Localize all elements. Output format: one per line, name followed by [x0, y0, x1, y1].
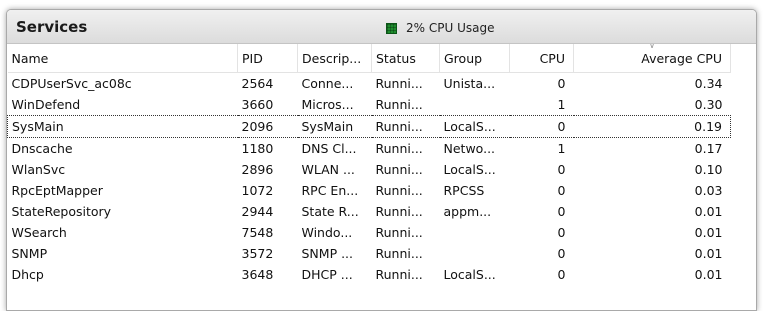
cell-pid: 2564	[241, 76, 274, 91]
cell-description: Conne...	[301, 76, 354, 91]
cell-group: Unista...	[443, 76, 496, 91]
cell-cpu: 0	[557, 225, 566, 240]
cell-status: Runni...	[375, 162, 423, 177]
cell-cpu: 0	[557, 267, 566, 282]
cell-status: Runni...	[371, 115, 440, 138]
table-header-row: Name PID Descrip... Status Group CPU ∨ A…	[7, 44, 731, 73]
cell-description: WLAN ...	[301, 162, 355, 177]
cell-name: StateRepository	[11, 204, 112, 219]
cell-cpu: 0	[557, 183, 566, 198]
table-row[interactable]: SysMain 2096 SysMain Runni... LocalS... 0 0.19	[7, 115, 731, 138]
cpu-usage-summary: 2% CPU Usage	[386, 21, 494, 35]
cell-name: SNMP	[11, 246, 48, 261]
cell-pid: 2896	[241, 162, 274, 177]
cell-description: SNMP ...	[301, 246, 354, 261]
cell-description: SysMain	[297, 115, 372, 138]
column-header-average-cpu[interactable]: ∨ Average CPU	[573, 44, 731, 73]
cell-name: WlanSvc	[11, 162, 66, 177]
cell-name: RpcEptMapper	[11, 183, 103, 198]
services-panel: Services 2% CPU Usage Name PID Descrip..…	[6, 9, 757, 311]
column-header-status[interactable]: Status	[371, 44, 440, 73]
cell-average-cpu: 0.19	[573, 115, 731, 138]
cell-status: Runni...	[375, 204, 423, 219]
cell-pid: 7548	[241, 225, 274, 240]
cell-pid: 1072	[241, 183, 274, 198]
panel-title: Services	[16, 18, 88, 36]
cell-group: LocalS...	[443, 267, 496, 282]
cell-cpu: 0	[557, 246, 566, 261]
cell-average-cpu: 0.17	[694, 141, 723, 156]
cell-name: Dhcp	[11, 267, 44, 282]
cell-cpu: 1	[557, 97, 566, 112]
cell-average-cpu: 0.34	[694, 76, 723, 91]
table-row[interactable]: StateRepository 2944 State R... Runni... app…	[8, 201, 731, 222]
cpu-usage-label: 2% CPU Usage	[406, 21, 495, 35]
cell-description: RPC En...	[301, 183, 359, 198]
cell-pid: 1180	[241, 141, 274, 156]
table-row[interactable]: Dnscache 1180 DNS Cl... Runni... Netwo... 1 0.…	[8, 138, 731, 160]
cell-status: Runni...	[375, 183, 423, 198]
cell-average-cpu: 0.30	[694, 97, 723, 112]
cell-description: Micros...	[301, 97, 354, 112]
cell-cpu: 1	[557, 141, 566, 156]
services-table: Name PID Descrip... Status Group CPU ∨ A…	[7, 44, 731, 285]
cell-name: WSearch	[11, 225, 67, 240]
cell-pid: 2096	[237, 115, 298, 138]
table-row[interactable]: WinDefend 3660 Micros... Runni... 1 0.30	[8, 94, 731, 116]
cell-name: Dnscache	[11, 141, 73, 156]
cell-average-cpu: 0.03	[694, 183, 723, 198]
cell-name: SysMain	[7, 115, 238, 138]
cell-cpu: 0	[509, 115, 574, 138]
cell-status: Runni...	[375, 267, 423, 282]
table-row[interactable]: WlanSvc 2896 WLAN ... Runni... LocalS... 0 0.1…	[8, 159, 731, 180]
cell-pid: 2944	[241, 204, 274, 219]
cell-status: Runni...	[375, 246, 423, 261]
cell-pid: 3660	[241, 97, 274, 112]
cell-status: Runni...	[375, 141, 423, 156]
table-row[interactable]: Dhcp 3648 DHCP ... Runni... LocalS... 0 0.01	[8, 264, 731, 285]
column-header-name[interactable]: Name	[7, 44, 238, 73]
column-header-pid[interactable]: PID	[237, 44, 298, 73]
cell-cpu: 0	[557, 76, 566, 91]
column-header-average-cpu-label: Average CPU	[641, 50, 722, 66]
cell-group	[440, 243, 510, 264]
cell-cpu: 0	[557, 204, 566, 219]
table-row[interactable]: WSearch 7548 Windo... Runni... 0 0.01	[8, 222, 731, 243]
cell-description: Windo...	[301, 225, 353, 240]
cell-average-cpu: 0.01	[694, 225, 723, 240]
cell-pid: 3572	[241, 246, 274, 261]
table-row[interactable]: CDPUserSvc_ac08c 2564 Conne... Runni... Unis…	[8, 73, 731, 95]
table-row[interactable]: RpcEptMapper 1072 RPC En... Runni... RPCSS 0 0…	[8, 180, 731, 201]
cell-status: Runni...	[375, 76, 423, 91]
cell-name: WinDefend	[11, 97, 81, 112]
column-header-cpu[interactable]: CPU	[509, 44, 574, 73]
cell-pid: 3648	[241, 267, 274, 282]
cell-group	[440, 94, 510, 116]
cell-name: CDPUserSvc_ac08c	[11, 76, 132, 91]
cell-cpu: 0	[557, 162, 566, 177]
cell-group: LocalS...	[439, 115, 510, 138]
cell-average-cpu: 0.01	[694, 246, 723, 261]
cell-group: Netwo...	[443, 141, 496, 156]
cell-group: appm...	[443, 204, 492, 219]
cpu-graph-icon	[386, 22, 397, 34]
table-row[interactable]: SNMP 3572 SNMP ... Runni... 0 0.01	[8, 243, 731, 264]
cell-status: Runni...	[375, 97, 423, 112]
cell-group: LocalS...	[443, 162, 496, 177]
cell-group: RPCSS	[443, 183, 485, 198]
cell-group	[440, 222, 510, 243]
cell-description: State R...	[301, 204, 359, 219]
sort-descending-icon: ∨	[648, 44, 656, 51]
cell-average-cpu: 0.01	[694, 267, 723, 282]
column-header-description[interactable]: Descrip...	[297, 44, 372, 73]
services-header[interactable]: Services 2% CPU Usage	[7, 10, 756, 44]
cell-average-cpu: 0.10	[694, 162, 723, 177]
cell-status: Runni...	[375, 225, 423, 240]
cell-description: DHCP ...	[301, 267, 353, 282]
cell-average-cpu: 0.01	[694, 204, 723, 219]
cell-description: DNS Cl...	[301, 141, 357, 156]
column-header-group[interactable]: Group	[439, 44, 510, 73]
